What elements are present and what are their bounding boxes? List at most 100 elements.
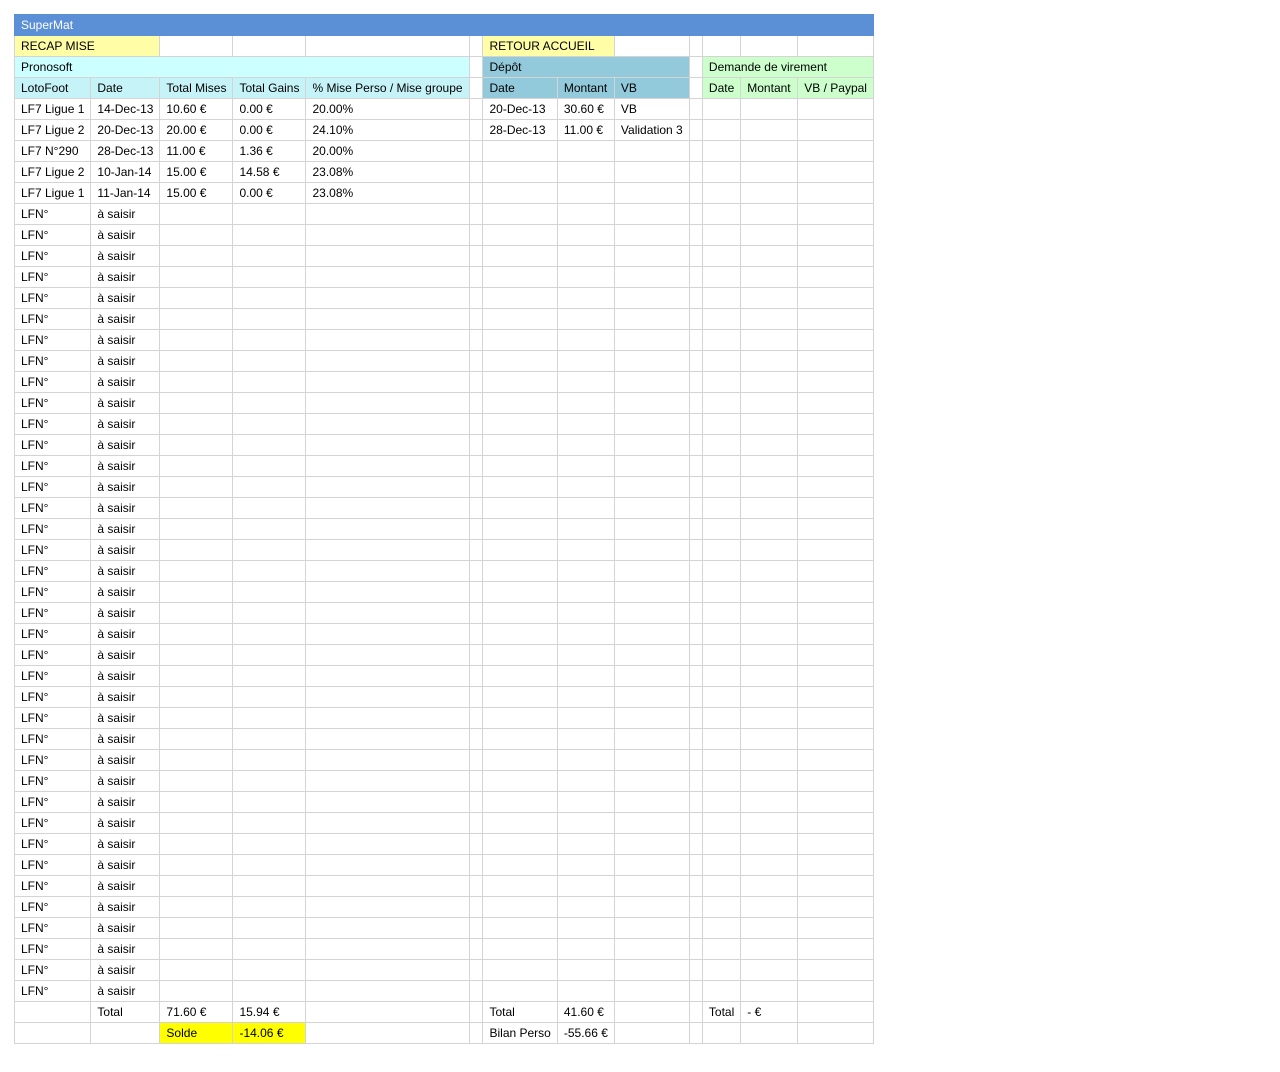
spacer-cell[interactable] <box>688 707 703 729</box>
date-cell[interactable]: à saisir <box>90 413 161 435</box>
spacer-cell[interactable] <box>469 497 484 519</box>
spacer-cell[interactable] <box>688 518 703 540</box>
spacer-cell[interactable] <box>688 938 703 960</box>
mise-perso-cell[interactable] <box>305 308 471 330</box>
total-gains-cell[interactable] <box>232 434 307 456</box>
spacer-cell[interactable] <box>469 371 484 393</box>
virement-montant-cell[interactable] <box>740 287 799 309</box>
depot-montant-cell[interactable] <box>556 497 615 519</box>
lotofoot-cell[interactable]: LF7 Ligue 1 <box>13 98 92 120</box>
spacer-cell[interactable] <box>688 833 703 855</box>
cell[interactable] <box>13 1001 92 1023</box>
spacer-cell[interactable] <box>469 161 484 183</box>
virement-vb-cell[interactable] <box>797 980 874 1002</box>
depot-date-cell[interactable] <box>482 371 558 393</box>
date-cell[interactable]: à saisir <box>90 560 161 582</box>
depot-vb-cell[interactable] <box>613 476 690 498</box>
virement-montant-cell[interactable] <box>740 224 799 246</box>
virement-date-cell[interactable] <box>701 686 742 708</box>
virement-montant-cell[interactable] <box>740 686 799 708</box>
mise-perso-cell[interactable] <box>305 455 471 477</box>
virement-date-cell[interactable] <box>701 875 742 897</box>
total-gains-cell[interactable]: 0.00 € <box>232 182 307 204</box>
depot-date-cell[interactable] <box>482 665 558 687</box>
lotofoot-cell[interactable]: LFN° <box>13 413 92 435</box>
mise-perso-cell[interactable] <box>305 434 471 456</box>
virement-montant-cell[interactable] <box>740 707 799 729</box>
spacer-cell[interactable] <box>688 686 703 708</box>
mise-perso-cell[interactable] <box>305 728 471 750</box>
depot-date-cell[interactable] <box>482 539 558 561</box>
depot-vb-cell[interactable] <box>613 728 690 750</box>
lotofoot-cell[interactable]: LFN° <box>13 875 92 897</box>
total-gains-cell[interactable] <box>232 875 307 897</box>
virement-montant-cell[interactable] <box>740 434 799 456</box>
depot-vb-cell[interactable] <box>613 518 690 540</box>
total-mises-cell[interactable]: 20.00 € <box>159 119 234 141</box>
depot-vb-cell[interactable] <box>613 560 690 582</box>
depot-total-label[interactable]: Total <box>482 1001 558 1023</box>
depot-montant-cell[interactable] <box>556 224 615 246</box>
total-mises-cell[interactable] <box>159 455 234 477</box>
date-cell[interactable]: à saisir <box>90 917 161 939</box>
depot-montant-cell[interactable] <box>556 476 615 498</box>
date-cell[interactable]: à saisir <box>90 959 161 981</box>
virement-vb-cell[interactable] <box>797 728 874 750</box>
mise-perso-cell[interactable] <box>305 224 471 246</box>
depot-date-cell[interactable] <box>482 602 558 624</box>
spacer-cell[interactable] <box>688 770 703 792</box>
mise-perso-cell[interactable] <box>305 560 471 582</box>
depot-montant-cell[interactable] <box>556 434 615 456</box>
lotofoot-cell[interactable]: LFN° <box>13 602 92 624</box>
spacer-cell[interactable] <box>469 602 484 624</box>
depot-montant-cell[interactable] <box>556 287 615 309</box>
total-mises-cell[interactable] <box>159 791 234 813</box>
mise-perso-cell[interactable] <box>305 518 471 540</box>
depot-montant-cell[interactable] <box>556 182 615 204</box>
depot-vb-cell[interactable] <box>613 350 690 372</box>
depot-date-cell[interactable] <box>482 833 558 855</box>
virement-vb-cell[interactable] <box>797 896 874 918</box>
lotofoot-cell[interactable]: LFN° <box>13 434 92 456</box>
total-mises-cell[interactable]: 15.00 € <box>159 161 234 183</box>
virement-vb-cell[interactable] <box>797 371 874 393</box>
spacer-cell[interactable] <box>688 182 703 204</box>
virement-vb-cell[interactable] <box>797 560 874 582</box>
spacer-cell[interactable] <box>469 623 484 645</box>
depot-montant-cell[interactable] <box>556 770 615 792</box>
date-cell[interactable]: à saisir <box>90 728 161 750</box>
depot-montant-cell[interactable] <box>556 896 615 918</box>
depot-date-cell[interactable] <box>482 749 558 771</box>
spacer-cell[interactable] <box>688 854 703 876</box>
virement-vb-cell[interactable] <box>797 875 874 897</box>
total-mises-cell[interactable] <box>159 329 234 351</box>
depot-date-cell[interactable] <box>482 791 558 813</box>
depot-date-cell[interactable] <box>482 413 558 435</box>
bilan-perso-value[interactable]: -55.66 € <box>556 1022 615 1044</box>
spacer-cell[interactable] <box>469 308 484 330</box>
depot-vb-cell[interactable] <box>613 854 690 876</box>
depot-vb-cell[interactable] <box>613 896 690 918</box>
total-gains-cell[interactable] <box>232 287 307 309</box>
virement-montant-cell[interactable] <box>740 938 799 960</box>
total-label[interactable]: Total <box>90 1001 161 1023</box>
spacer-cell[interactable] <box>688 896 703 918</box>
date-cell[interactable]: à saisir <box>90 644 161 666</box>
total-mises-cell[interactable] <box>159 560 234 582</box>
lotofoot-cell[interactable]: LFN° <box>13 644 92 666</box>
mise-perso-cell[interactable] <box>305 917 471 939</box>
spacer-cell[interactable] <box>469 539 484 561</box>
cell[interactable] <box>797 1022 874 1044</box>
date-cell[interactable]: à saisir <box>90 203 161 225</box>
virement-vb-cell[interactable] <box>797 455 874 477</box>
mise-perso-cell[interactable] <box>305 350 471 372</box>
spacer-cell[interactable] <box>688 812 703 834</box>
virement-montant-cell[interactable] <box>740 581 799 603</box>
date-cell[interactable]: 20-Dec-13 <box>90 119 161 141</box>
mise-perso-cell[interactable] <box>305 644 471 666</box>
depot-montant-cell[interactable]: 30.60 € <box>556 98 615 120</box>
total-gains-cell[interactable] <box>232 392 307 414</box>
spacer-cell[interactable] <box>688 791 703 813</box>
mise-perso-cell[interactable] <box>305 959 471 981</box>
spacer-cell[interactable] <box>688 560 703 582</box>
